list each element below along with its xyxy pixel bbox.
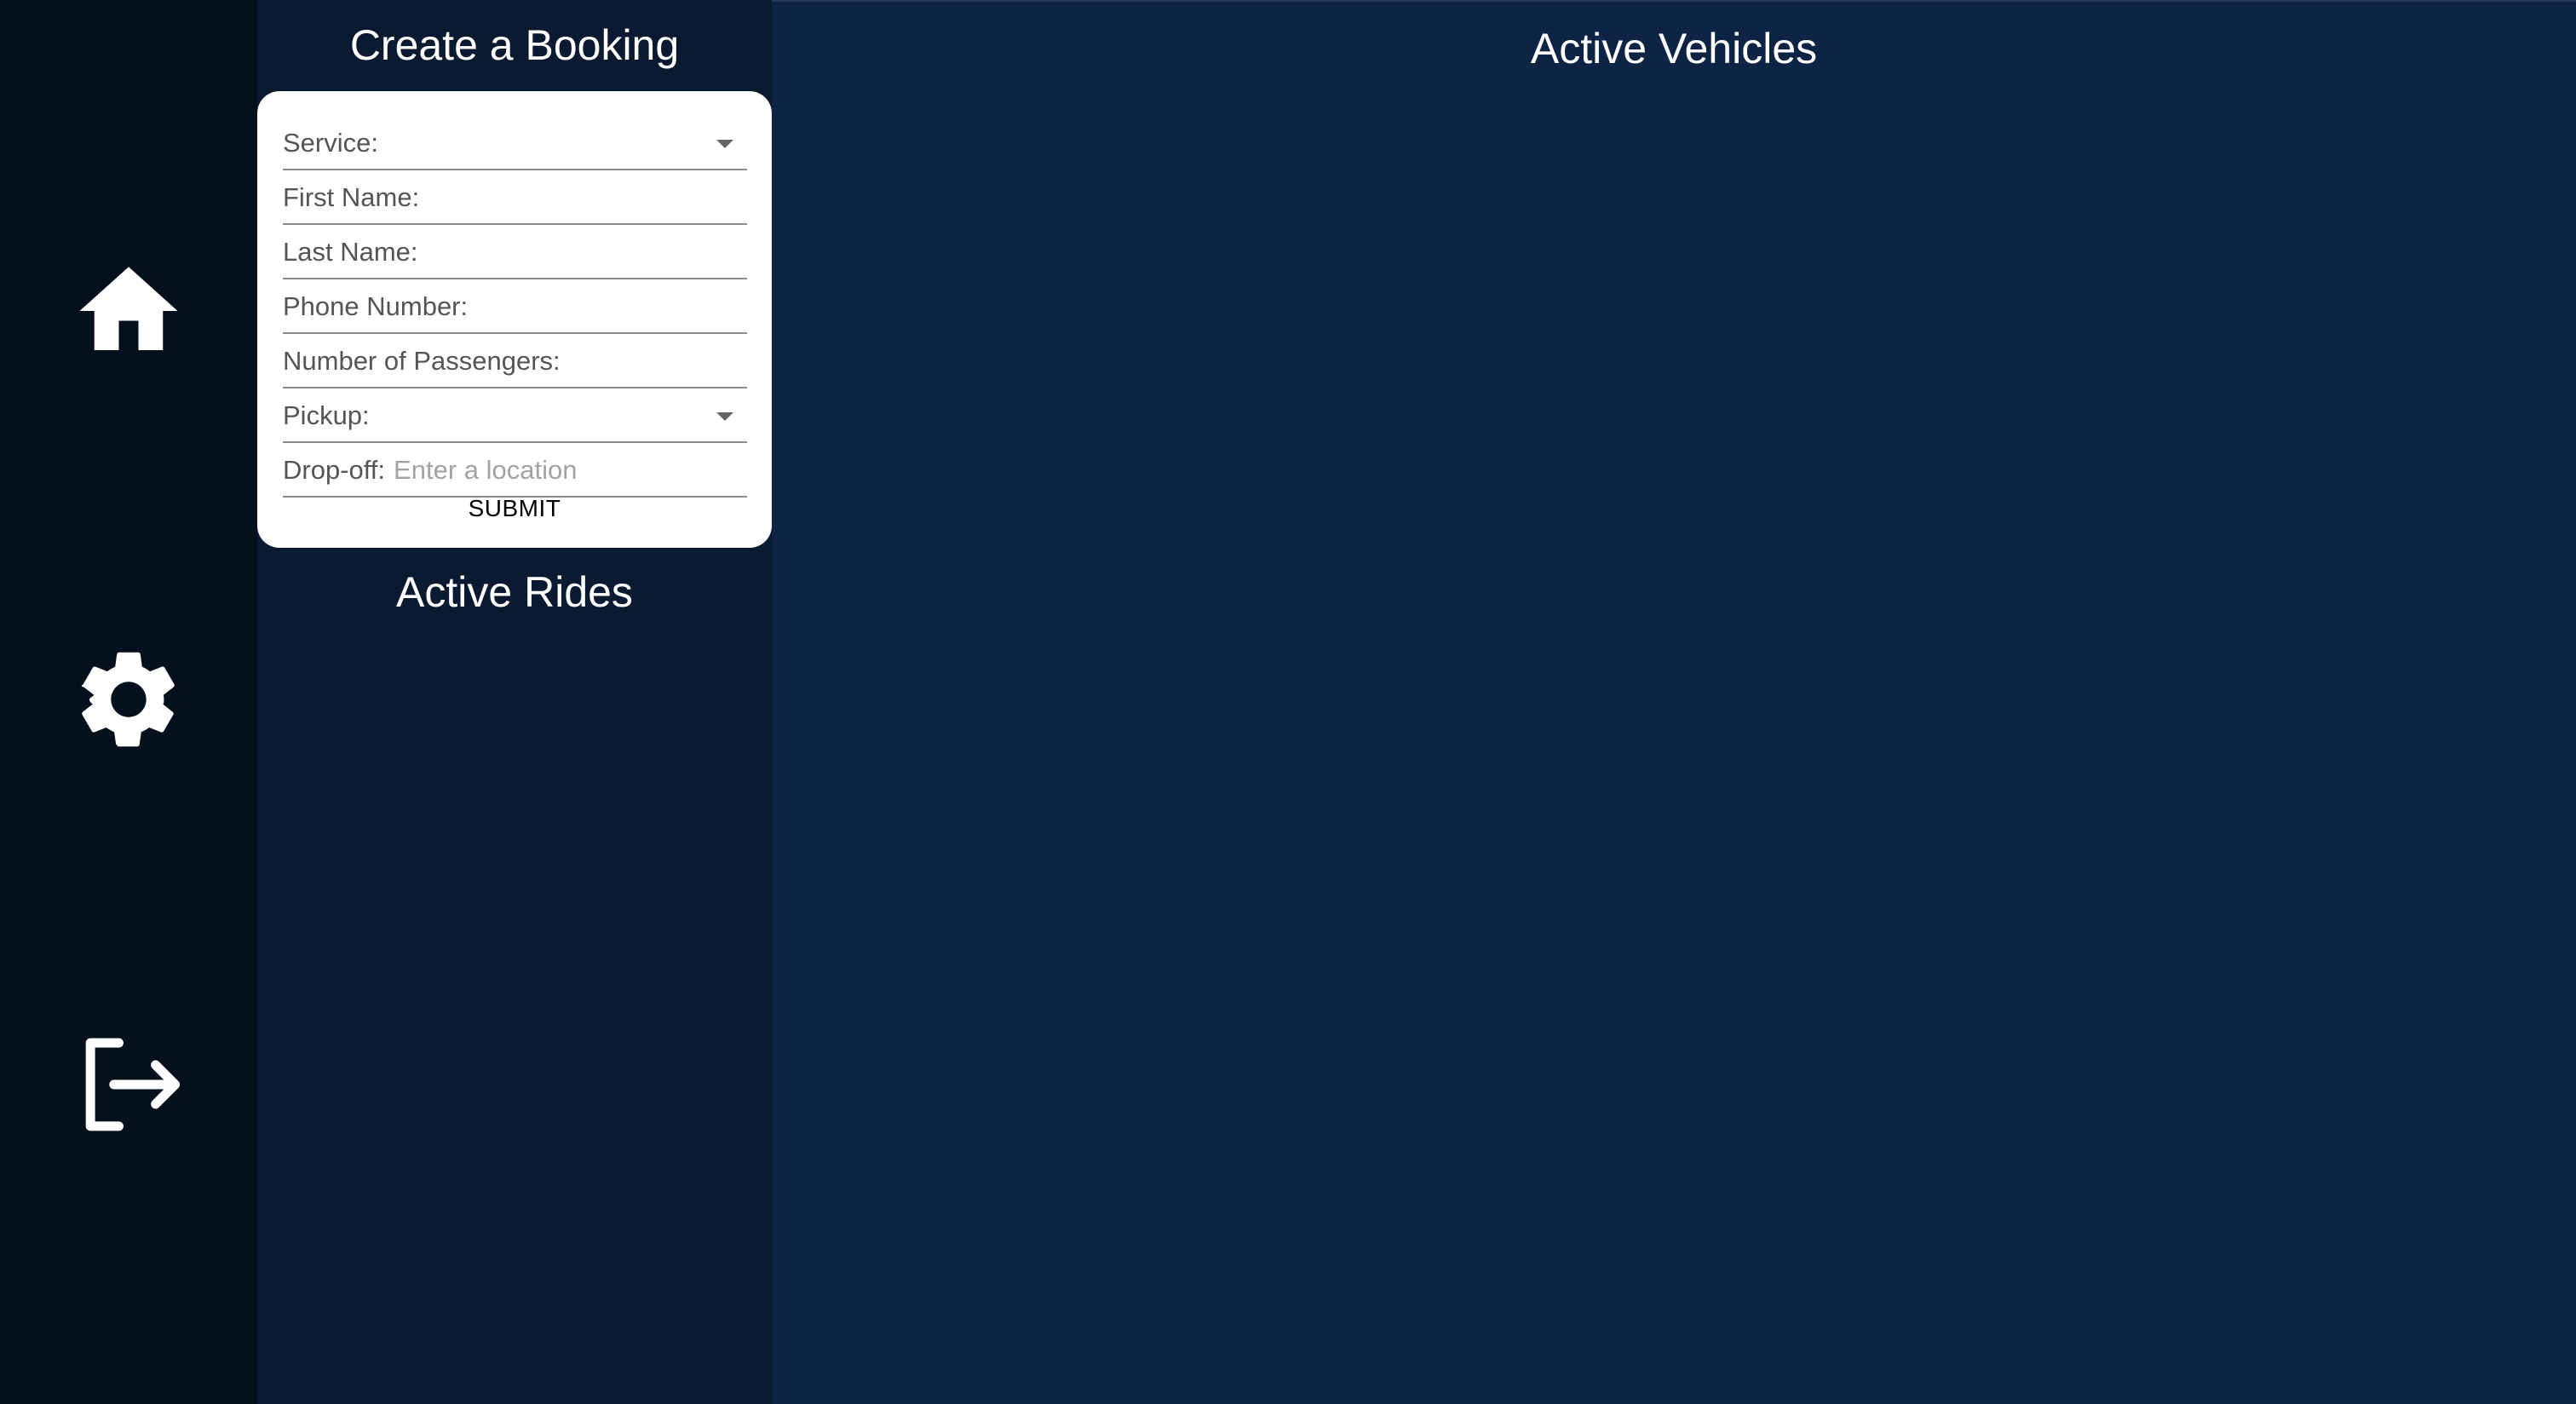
service-select[interactable]: Service:	[283, 118, 747, 170]
gear-icon[interactable]	[70, 641, 187, 758]
chevron-down-icon[interactable]	[716, 412, 733, 421]
passengers-label: Number of Passengers:	[283, 346, 561, 376]
dropoff-placeholder[interactable]: Enter a location	[394, 455, 577, 486]
home-icon[interactable]	[70, 252, 187, 370]
first-name-field[interactable]: First Name:	[283, 172, 747, 225]
chevron-down-icon[interactable]	[716, 140, 733, 148]
logout-icon[interactable]	[70, 1026, 187, 1143]
active-rides-title: Active Rides	[396, 568, 633, 616]
side-panel: Create a Booking Service: First Name: La…	[257, 0, 772, 1404]
phone-number-label: Phone Number:	[283, 291, 469, 321]
phone-number-field[interactable]: Phone Number:	[283, 281, 747, 334]
passengers-field[interactable]: Number of Passengers:	[283, 336, 747, 388]
pickup-select[interactable]: Pickup:	[283, 390, 747, 443]
nav-rail	[0, 0, 257, 1404]
pickup-label: Pickup:	[283, 400, 370, 430]
app-root: Create a Booking Service: First Name: La…	[0, 0, 2576, 1404]
active-vehicles-title: Active Vehicles	[1530, 25, 1818, 72]
dropoff-field[interactable]: Drop-off: Enter a location	[283, 445, 747, 498]
booking-form: Service: First Name: Last Name: Phone Nu…	[257, 91, 772, 548]
dropoff-label: Drop-off:	[283, 455, 386, 485]
first-name-label: First Name:	[283, 182, 420, 212]
last-name-field[interactable]: Last Name:	[283, 227, 747, 279]
service-label: Service:	[283, 128, 378, 158]
submit-button[interactable]: SUBMIT	[257, 492, 772, 526]
last-name-label: Last Name:	[283, 237, 418, 267]
booking-title: Create a Booking	[349, 21, 680, 69]
